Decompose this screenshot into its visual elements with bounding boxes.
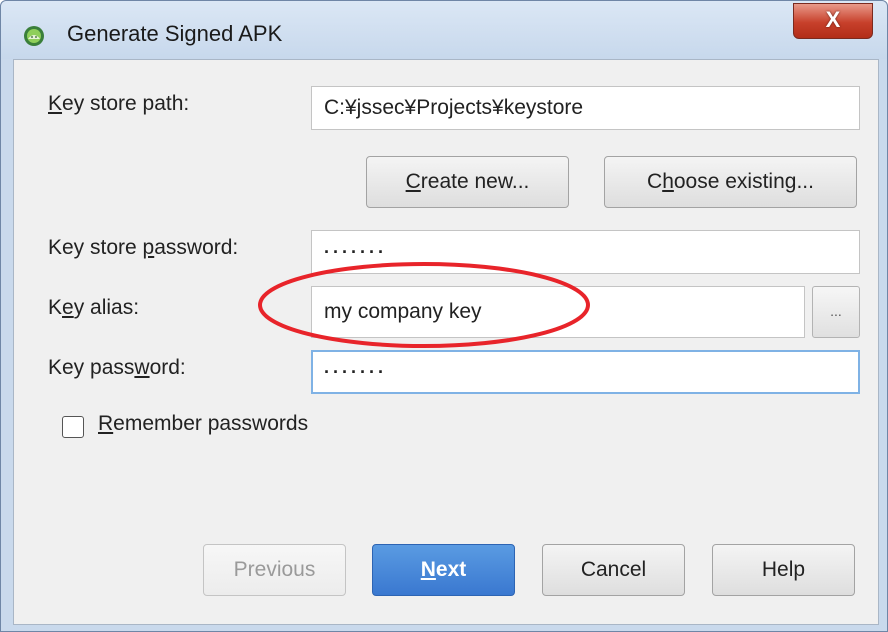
- label-mnemonic: R: [98, 412, 114, 435]
- choose-existing-button[interactable]: Choose existing...: [604, 156, 857, 208]
- create-new-button[interactable]: Create new...: [366, 156, 569, 208]
- cancel-button[interactable]: Cancel: [542, 544, 685, 596]
- key-alias-input[interactable]: my company key: [311, 286, 805, 338]
- key-store-password-label: Key store password:: [48, 236, 238, 260]
- close-button[interactable]: X: [793, 3, 873, 39]
- key-alias-browse-button[interactable]: ...: [812, 286, 860, 338]
- next-button[interactable]: Next: [372, 544, 515, 596]
- button-label: reate new...: [420, 170, 530, 193]
- button-mnemonic: h: [662, 170, 674, 193]
- button-label: oose existing...: [673, 170, 814, 193]
- label-mnemonic: e: [62, 296, 74, 319]
- help-button[interactable]: Help: [712, 544, 855, 596]
- key-store-path-label: Key store path:: [48, 92, 189, 116]
- button-label: C: [647, 170, 663, 193]
- remember-passwords-label[interactable]: Remember passwords: [98, 412, 308, 436]
- dialog-window: Generate Signed APK X Key store path: C:…: [0, 0, 888, 632]
- dialog-content: Key store path: C:¥jssec¥Projects¥keysto…: [13, 59, 879, 625]
- close-icon: X: [825, 7, 841, 32]
- title-bar: Generate Signed APK X: [1, 1, 887, 59]
- label-mnemonic: p: [142, 236, 155, 259]
- dialog-title: Generate Signed APK: [67, 21, 283, 46]
- button-mnemonic: N: [420, 558, 436, 581]
- label-part: emember passwords: [113, 412, 309, 435]
- label-part: ey store path:: [62, 92, 190, 115]
- label-mnemonic: w: [134, 356, 150, 379]
- key-password-input[interactable]: ·······: [311, 350, 860, 394]
- key-store-path-input[interactable]: C:¥jssec¥Projects¥keystore: [311, 86, 860, 130]
- label-part: Key pass: [48, 356, 135, 379]
- android-studio-icon: [24, 26, 44, 46]
- label-part: assword:: [154, 236, 239, 259]
- label-part: Key store: [48, 236, 143, 259]
- key-password-label: Key password:: [48, 356, 186, 380]
- button-label: ext: [435, 558, 467, 581]
- remember-passwords-checkbox[interactable]: [62, 416, 84, 438]
- key-alias-label: Key alias:: [48, 296, 139, 320]
- label-part: ord:: [149, 356, 186, 379]
- label-part: y alias:: [73, 296, 140, 319]
- previous-button[interactable]: Previous: [203, 544, 346, 596]
- key-store-password-input[interactable]: ·······: [311, 230, 860, 274]
- button-mnemonic: C: [405, 170, 421, 193]
- label-mnemonic: K: [48, 92, 63, 115]
- label-part: K: [48, 296, 63, 319]
